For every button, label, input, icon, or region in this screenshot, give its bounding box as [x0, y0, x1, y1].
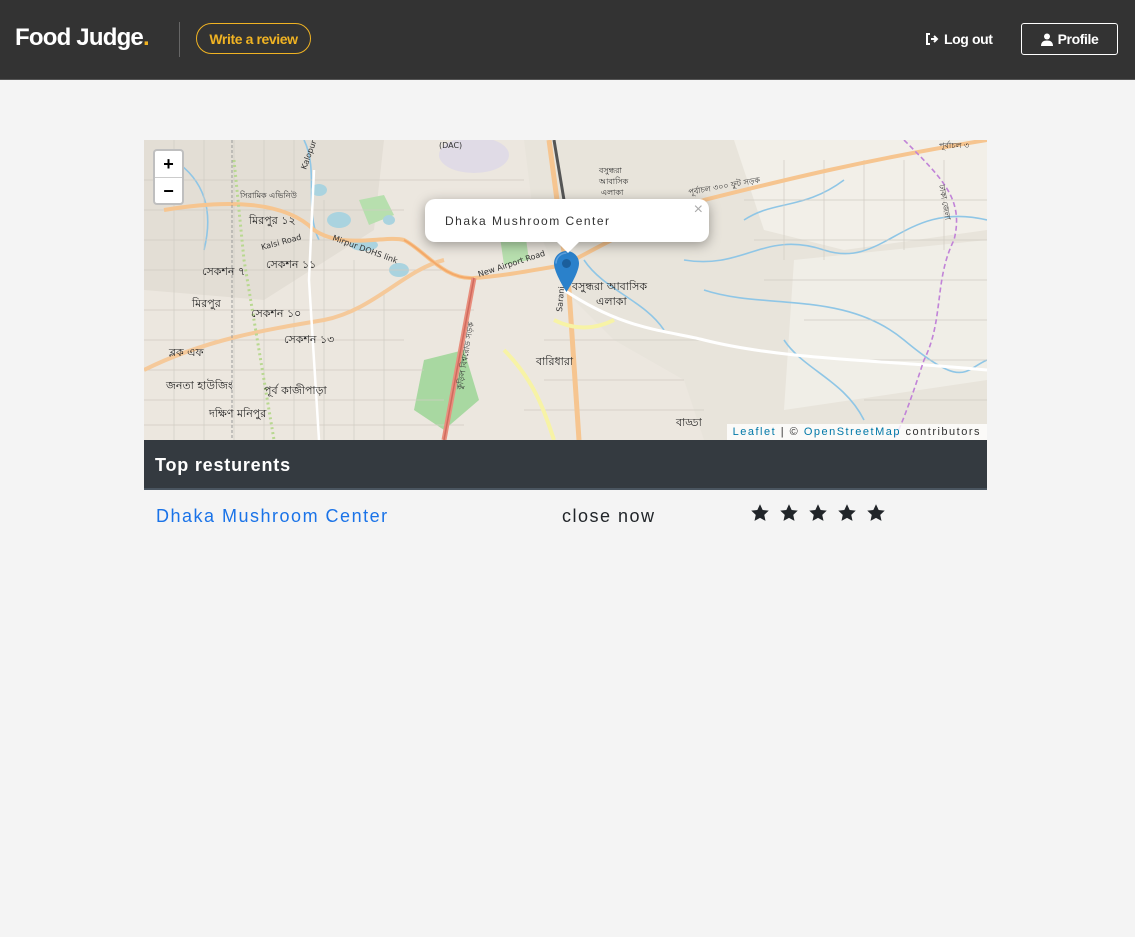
restaurant-status: close now [562, 506, 656, 526]
attribution-separator: | © [776, 426, 804, 438]
user-icon [1040, 33, 1053, 46]
attribution-suffix: contributors [900, 426, 981, 438]
map-label: বসুন্ধরা আবাসিক [571, 280, 647, 293]
map-label: জনতা হাউজিং [165, 379, 233, 392]
map-label: পূর্ব কাজীপাড়া [264, 384, 327, 397]
top-navbar: Food Judge. Write a review Log out Profi… [0, 0, 1135, 80]
map-marker-icon[interactable] [554, 251, 579, 297]
app-logo[interactable]: Food Judge. [15, 24, 150, 52]
map-label: মিরপুর ১২ [248, 214, 296, 227]
map-label: (DAC) [439, 141, 462, 150]
map-popup: Dhaka Mushroom Center × [425, 199, 709, 253]
map-label: পূর্বাচল ৩ [939, 141, 969, 150]
restaurant-row: Dhaka Mushroom Center close now [144, 491, 987, 541]
map-attribution: Leaflet | © OpenStreetMap contributors [726, 424, 987, 440]
zoom-control: + − [153, 149, 184, 205]
map-label: বসুন্ধরা [598, 166, 622, 175]
star-icon [751, 504, 769, 521]
popup-title: Dhaka Mushroom Center [445, 214, 611, 228]
map-label: সেকশন ৭ [202, 265, 245, 278]
write-review-button[interactable]: Write a review [196, 23, 311, 54]
navbar-divider [179, 22, 180, 57]
panel-title: Top resturents [155, 455, 291, 475]
profile-button[interactable]: Profile [1021, 23, 1118, 55]
star-icon [809, 504, 827, 521]
map-label: সেকশন ১১ [266, 258, 316, 271]
map-label: দক্ষিণ মনিপুর [208, 407, 267, 420]
zoom-out-button[interactable]: − [155, 178, 182, 204]
star-icon [780, 504, 798, 521]
top-restaurants-header: Top resturents [144, 440, 987, 490]
map-label: সিরামিক এভিনিউ [239, 190, 298, 200]
restaurant-name-link[interactable]: Dhaka Mushroom Center [156, 506, 389, 527]
map-label: আবাসিক [598, 177, 629, 186]
rating-stars [750, 503, 895, 523]
logout-label: Log out [944, 31, 993, 47]
map-label: সেকশন ১৩ [284, 333, 334, 346]
leaflet-link[interactable]: Leaflet [733, 426, 777, 438]
map-label: এলাকা [596, 295, 627, 308]
popup-close-icon[interactable]: × [694, 201, 703, 219]
osm-link[interactable]: OpenStreetMap [804, 426, 901, 438]
star-icon [867, 504, 885, 521]
restaurant-map[interactable]: মিরপুর ১২ সেকশন ১১ সেকশন ৭ মিরপুর সেকশন … [144, 140, 987, 440]
popup-tip [557, 242, 579, 253]
logout-icon [926, 33, 939, 45]
logout-button[interactable]: Log out [925, 31, 993, 47]
map-label: বাড্ডা [675, 416, 703, 429]
map-label: মিরপুর [191, 297, 222, 310]
map-label: এলাকা [601, 188, 624, 197]
map-label: সেকশন ১০ [251, 307, 301, 320]
map-label: ব্লক এফ [168, 346, 205, 359]
profile-label: Profile [1057, 31, 1099, 47]
map-label: বারিধারা [535, 355, 574, 368]
zoom-in-button[interactable]: + [155, 151, 182, 178]
star-icon [838, 504, 856, 521]
